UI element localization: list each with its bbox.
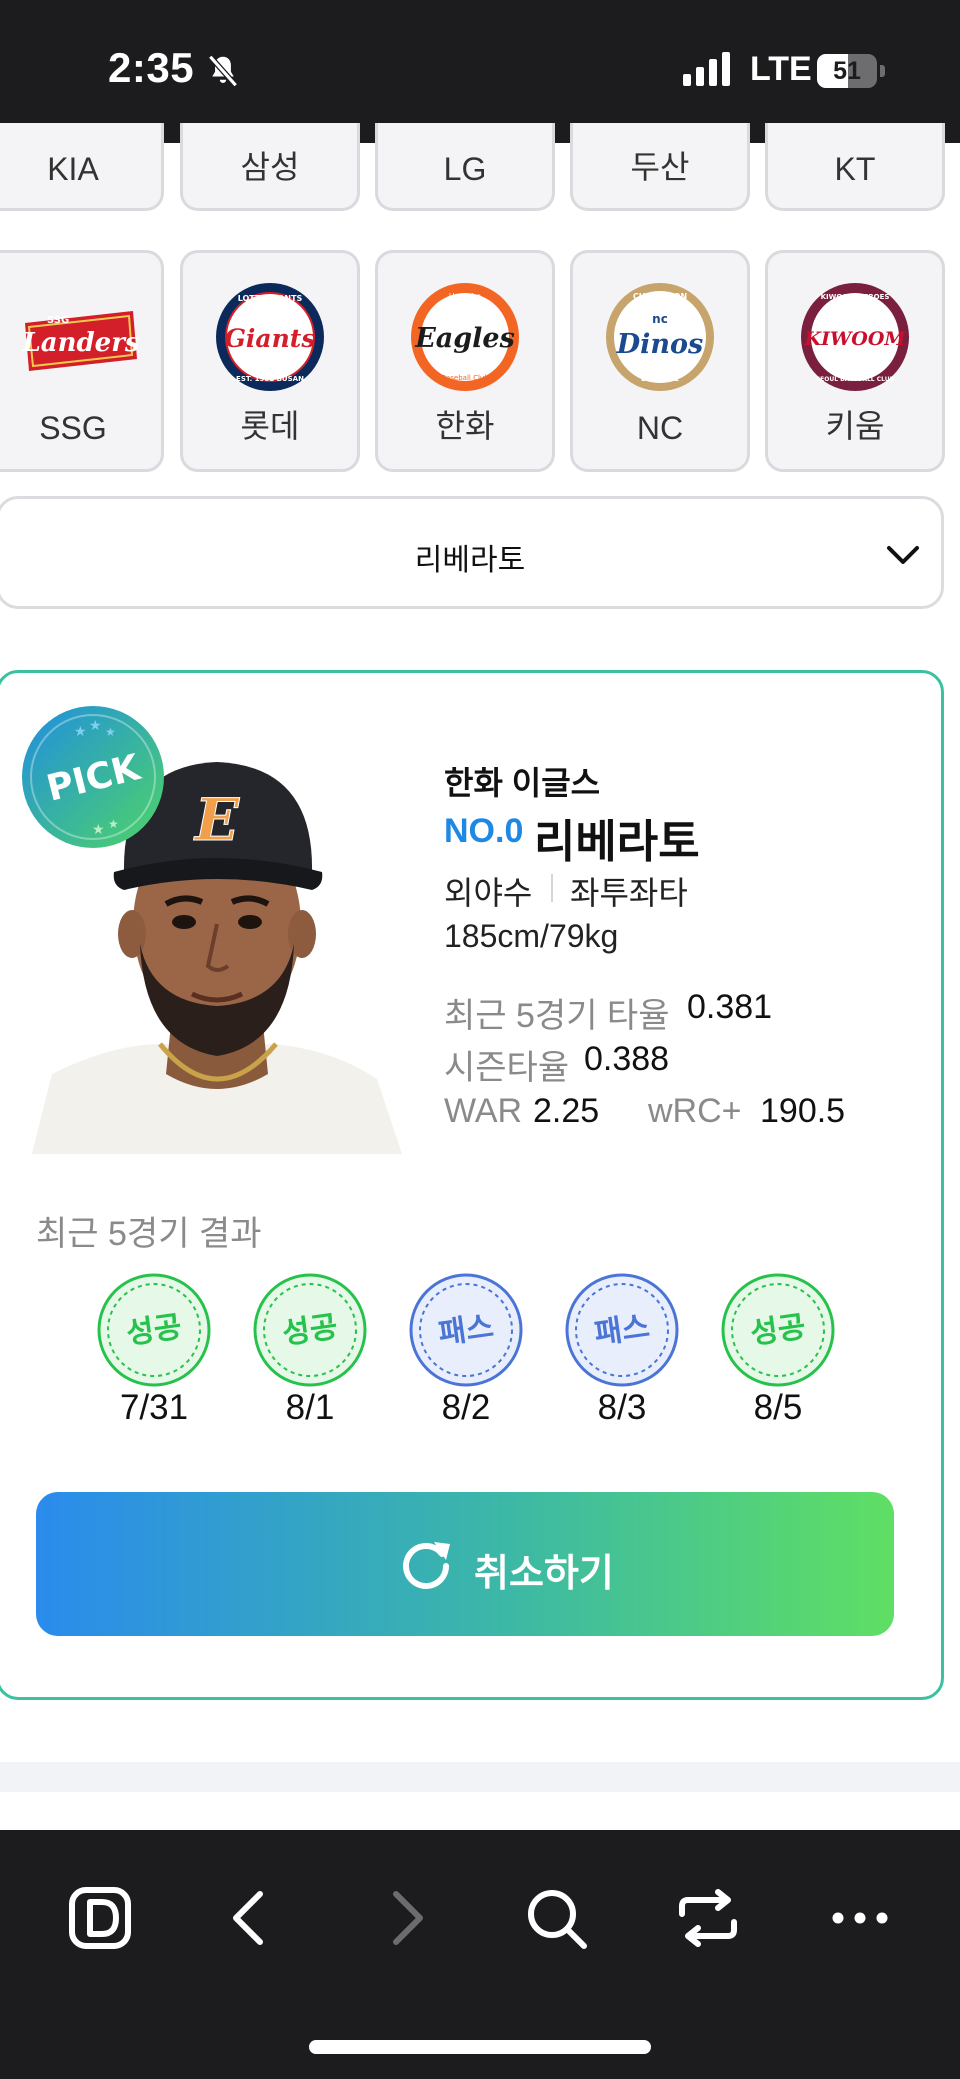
team-button-lg[interactable]: LG	[375, 123, 555, 211]
pass-stamp: 패스	[565, 1273, 679, 1387]
team-button-samsung[interactable]: 삼성	[180, 123, 360, 211]
ssg-landers-logo: Landers SSG	[21, 311, 140, 371]
team-button-kia[interactable]: KIA	[0, 123, 164, 211]
result-date: 8/2	[441, 1388, 491, 1427]
svg-text:EST. 1982 BUSAN: EST. 1982 BUSAN	[236, 375, 304, 383]
more-icon[interactable]	[822, 1880, 898, 1956]
team-name: NC	[636, 410, 684, 446]
svg-text:KIWOOM HEROES: KIWOOM HEROES	[821, 293, 890, 301]
player-select-value: 리베라토	[414, 544, 526, 577]
war-value: 2.25	[533, 1092, 600, 1130]
result-date: 8/3	[597, 1388, 647, 1427]
svg-text:Eagles: Eagles	[414, 323, 515, 354]
tabs-icon[interactable]	[670, 1880, 746, 1956]
battery-icon: 51	[817, 54, 885, 88]
season-avg-label: 시즌타율	[444, 1049, 570, 1087]
war-label: WAR	[444, 1092, 523, 1130]
team-row-1: KIA 삼성 LG 두산 KT	[0, 123, 960, 228]
svg-text:Baseball Club: Baseball Club	[441, 374, 489, 382]
team-name: 롯데	[240, 408, 300, 444]
team-name: KIA	[47, 151, 99, 187]
wrc-value: 190.5	[760, 1092, 846, 1130]
svg-text:KIWOOM: KIWOOM	[804, 328, 907, 350]
hanwha-eagles-logo: Hanwha Baseball Club Eagles	[411, 283, 519, 391]
lotte-giants-logo: LOTTE GIANTS EST. 1982 BUSAN Giants	[216, 283, 324, 391]
team-name: 두산	[630, 149, 690, 185]
cancel-pick-label: 취소하기	[474, 1553, 614, 1595]
svg-text:★: ★	[74, 723, 87, 739]
svg-text:★: ★	[89, 717, 102, 733]
success-stamp: 성공	[253, 1273, 367, 1387]
success-stamp: 성공	[721, 1273, 835, 1387]
team-name: 키움	[825, 408, 885, 444]
pick-badge: PICK ★ ★ ★ ★ ★	[22, 706, 164, 848]
team-name: SSG	[39, 410, 107, 446]
svg-text:Landers: Landers	[21, 328, 139, 358]
svg-text:★: ★	[105, 725, 116, 739]
player-position: 외야수	[444, 875, 533, 911]
player-team: 한화 이글스	[444, 765, 601, 801]
recent5-avg-value: 0.381	[687, 988, 773, 1026]
team-button-nc[interactable]: CHANGWON EST. 2011 nc Dinos NC	[570, 250, 750, 472]
wrc-label: wRC+	[648, 1092, 742, 1130]
svg-text:E: E	[193, 786, 240, 854]
back-icon[interactable]	[214, 1880, 290, 1956]
team-button-hanwha[interactable]: Hanwha Baseball Club Eagles 한화	[375, 250, 555, 472]
svg-text:LOTTE GIANTS: LOTTE GIANTS	[238, 294, 303, 303]
pass-stamp: 패스	[409, 1273, 523, 1387]
forward-icon[interactable]	[366, 1880, 442, 1956]
team-button-lotte[interactable]: LOTTE GIANTS EST. 1982 BUSAN Giants 롯데	[180, 250, 360, 472]
team-button-doosan[interactable]: 두산	[570, 123, 750, 211]
team-button-kt[interactable]: KT	[765, 123, 945, 211]
result-date: 8/5	[753, 1388, 803, 1427]
recent-results-title: 최근 5경기 결과	[36, 1215, 262, 1253]
team-name: 한화	[435, 408, 495, 444]
status-time: 2:35	[108, 44, 195, 91]
player-handedness: 좌투좌타	[570, 875, 688, 911]
cancel-pick-button[interactable]: 취소하기	[36, 1492, 894, 1636]
result-date: 8/1	[285, 1388, 335, 1427]
team-button-ssg[interactable]: Landers SSG SSG	[0, 250, 164, 472]
team-name: 삼성	[240, 149, 300, 185]
battery-level: 51	[833, 57, 861, 85]
svg-text:nc: nc	[652, 312, 668, 326]
svg-text:★: ★	[108, 817, 119, 831]
team-name: KT	[834, 151, 876, 187]
network-type: LTE	[750, 50, 812, 88]
svg-text:Hanwha: Hanwha	[449, 292, 482, 301]
player-select-dropdown[interactable]: 리베라토	[0, 496, 944, 609]
svg-text:Dinos: Dinos	[616, 329, 704, 360]
player-name: 리베라토	[534, 816, 700, 867]
svg-text:SSG: SSG	[47, 315, 69, 326]
team-button-kiwoom[interactable]: KIWOOM HEROES SEOUL BASEBALL CLUB KIWOOM…	[765, 250, 945, 472]
home-indicator[interactable]	[309, 2040, 651, 2054]
team-name: LG	[443, 151, 487, 187]
section-divider	[0, 1762, 960, 1792]
svg-text:SEOUL BASEBALL CLUB: SEOUL BASEBALL CLUB	[816, 376, 895, 383]
svg-text:★: ★	[92, 821, 105, 837]
svg-text:EST. 2011: EST. 2011	[641, 375, 679, 383]
d-app-icon[interactable]	[64, 1880, 140, 1956]
result-date: 7/31	[119, 1388, 189, 1427]
chevron-down-icon	[887, 546, 919, 564]
season-avg-value: 0.388	[584, 1040, 670, 1078]
svg-text:CHANGWON: CHANGWON	[633, 292, 687, 301]
status-bar: 2:35 LTE 51	[0, 0, 960, 143]
nc-dinos-logo: CHANGWON EST. 2011 nc Dinos	[606, 283, 714, 391]
search-icon[interactable]	[518, 1880, 594, 1956]
signal-icon	[683, 52, 730, 86]
bell-slash-icon	[208, 54, 238, 88]
recent5-avg-label: 최근 5경기 타율	[444, 997, 670, 1035]
divider	[551, 874, 553, 902]
success-stamp: 성공	[97, 1273, 211, 1387]
refresh-icon	[403, 1542, 450, 1589]
player-body-info: 185cm/79kg	[444, 918, 619, 954]
svg-text:Giants: Giants	[225, 324, 316, 353]
kiwoom-heroes-logo: KIWOOM HEROES SEOUL BASEBALL CLUB KIWOOM	[801, 283, 909, 391]
player-number: NO.0	[444, 812, 524, 850]
